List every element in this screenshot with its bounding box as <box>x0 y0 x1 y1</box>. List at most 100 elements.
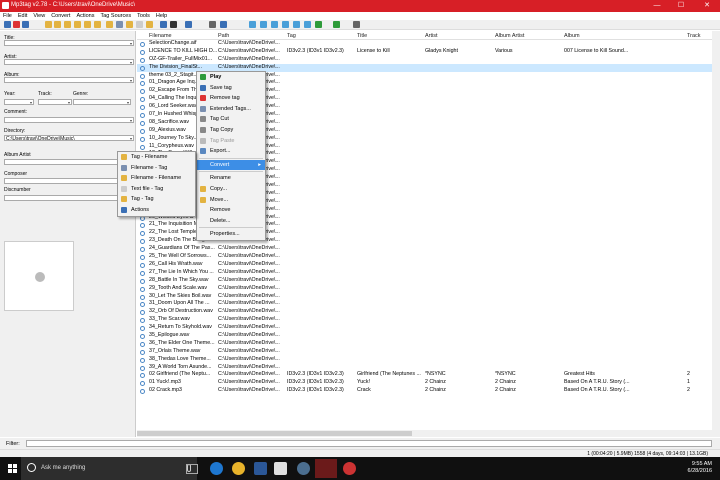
table-row[interactable]: 39_A World Torn Asunde... C:\Users\travi\… <box>137 364 712 372</box>
tag-sources-1-icon[interactable] <box>249 21 256 28</box>
column-header-filename[interactable]: Filename <box>149 33 172 39</box>
field-input-9[interactable]: ▾ <box>4 178 134 184</box>
table-row[interactable]: 38_Thedas Love Theme... C:\Users\travi\On… <box>137 356 712 364</box>
mp3tag-taskbar-icon[interactable] <box>315 459 337 478</box>
field-input-7[interactable]: C:\Users\travi\OneDrive\Music\ ▾ <box>4 135 134 142</box>
submenu-item-filename-filename[interactable]: Filename - Filename <box>118 173 195 184</box>
menu-tag-sources[interactable]: Tag Sources <box>98 12 135 20</box>
tag-sources-3-icon[interactable] <box>271 21 278 28</box>
clock[interactable]: 9:55 AM 6/28/2016 <box>688 461 712 475</box>
table-row[interactable]: 02 Crack.mp3 C:\Users\travi\OneDrive\... I… <box>137 387 712 395</box>
edge-icon[interactable] <box>210 462 223 475</box>
minimize-button[interactable]: — <box>648 0 666 12</box>
submenu-item-filename-tag[interactable]: Filename - Tag <box>118 163 195 174</box>
table-row[interactable]: OZ-GF-Trailer_FullMix01... C:\Users\travi… <box>137 56 712 64</box>
table-row[interactable]: 27_The Lie In Which You ... C:\Users\trav… <box>137 269 712 277</box>
field-input-5[interactable]: ▾ <box>73 99 131 105</box>
table-row[interactable]: 31_Doom Upon All The ... C:\Users\travi\O… <box>137 300 712 308</box>
dropdown-arrow-icon[interactable]: ▾ <box>130 78 132 83</box>
tag-sources-5-icon[interactable] <box>293 21 300 28</box>
dropdown-arrow-icon[interactable]: ▾ <box>130 136 132 141</box>
context-item-move[interactable]: Move... <box>197 195 265 206</box>
submenu-item-actions[interactable]: Actions <box>118 205 195 216</box>
settings-icon[interactable] <box>209 21 216 28</box>
context-item-extended-tags[interactable]: Extended Tags... <box>197 104 265 115</box>
discogs-icon[interactable] <box>304 21 311 28</box>
context-item-copy[interactable]: Copy... <box>197 184 265 195</box>
album-cover[interactable] <box>4 241 74 311</box>
context-item-play[interactable]: Play <box>197 72 265 83</box>
context-item-save-tag[interactable]: Save tag <box>197 83 265 94</box>
field-input-1[interactable]: ▾ <box>4 59 134 65</box>
textfile-icon[interactable] <box>136 21 143 28</box>
open-folder-icon[interactable] <box>45 21 52 28</box>
table-row[interactable]: 36_The Elder One Theme... C:\Users\travi\… <box>137 340 712 348</box>
tag-tag-icon[interactable] <box>146 21 153 28</box>
app-icon-red[interactable] <box>343 462 356 475</box>
scrollbar-thumb[interactable] <box>137 431 412 436</box>
vertical-scrollbar[interactable] <box>712 31 720 437</box>
dropdown-arrow-icon[interactable]: ▾ <box>130 118 132 123</box>
table-row[interactable]: 30_Let The Skies Boil.wav C:\Users\travi\… <box>137 293 712 301</box>
context-item-tag-copy[interactable]: Tag Copy <box>197 125 265 136</box>
dropdown-arrow-icon[interactable]: ▾ <box>68 100 70 105</box>
cortana-search-box[interactable]: Ask me anything <box>21 457 197 480</box>
column-header-path[interactable]: Path <box>218 33 229 39</box>
options-icon[interactable] <box>220 21 227 28</box>
column-header-album-artist[interactable]: Album Artist <box>495 33 524 39</box>
field-input-0[interactable]: ▾ <box>4 40 134 46</box>
context-item-remove[interactable]: Remove <box>197 205 265 216</box>
column-header-album[interactable]: Album <box>564 33 580 39</box>
dropdown-arrow-icon[interactable]: ▾ <box>127 100 129 105</box>
filter-input[interactable] <box>26 440 712 447</box>
context-item-properties[interactable]: Properties... <box>197 229 265 240</box>
tag-sources-2-icon[interactable] <box>260 21 267 28</box>
context-item-remove-tag[interactable]: Remove tag <box>197 93 265 104</box>
context-item-rename[interactable]: Rename <box>197 173 265 184</box>
menu-help[interactable]: Help <box>153 12 170 20</box>
undo-icon[interactable] <box>22 21 29 28</box>
chrome-icon[interactable] <box>232 462 245 475</box>
column-header-tag[interactable]: Tag <box>287 33 296 39</box>
file-explorer-icon[interactable] <box>274 462 287 475</box>
menu-actions[interactable]: Actions <box>73 12 97 20</box>
context-item-export[interactable]: Export... <box>197 146 265 157</box>
table-row[interactable]: 32_Orb Of Destruction.wav C:\Users\travi\… <box>137 308 712 316</box>
tag-sources-4-icon[interactable] <box>282 21 289 28</box>
table-row[interactable]: 35_Epilogue.wav C:\Users\travi\OneDrive\.… <box>137 332 712 340</box>
word-icon[interactable] <box>254 462 267 475</box>
filename-tag-icon[interactable] <box>116 21 123 28</box>
web-sources-icon[interactable] <box>315 21 322 28</box>
field-input-3[interactable]: ▾ <box>4 99 34 105</box>
table-row[interactable]: 29_Tooth And Scale.wav C:\Users\travi\One… <box>137 285 712 293</box>
context-item-delete[interactable]: Delete... <box>197 216 265 227</box>
add-folder-icon[interactable] <box>54 21 61 28</box>
menu-tools[interactable]: Tools <box>134 12 153 20</box>
context-item-tag-paste[interactable]: Tag Paste <box>197 136 265 147</box>
dropdown-arrow-icon[interactable]: ▾ <box>130 60 132 65</box>
table-row[interactable]: 01 Yuck!.mp3 C:\Users\travi\OneDrive\... I… <box>137 379 712 387</box>
task-view-icon[interactable] <box>186 464 198 474</box>
table-row[interactable]: 24_Guardians Of The Pas... C:\Users\travi… <box>137 245 712 253</box>
steam-icon[interactable] <box>297 462 310 475</box>
field-input-6[interactable]: ▾ <box>4 117 134 123</box>
autonumber-icon[interactable] <box>185 21 192 28</box>
menu-edit[interactable]: Edit <box>15 12 30 20</box>
field-input-8[interactable]: ▾ <box>4 159 134 165</box>
favorites-icon[interactable] <box>64 21 71 28</box>
tools-icon[interactable] <box>353 21 360 28</box>
column-header-artist[interactable]: Artist <box>425 33 438 39</box>
remove-icon[interactable] <box>13 21 20 28</box>
table-row[interactable]: LICENCE TO KILL HIGH D... C:\Users\travi\… <box>137 48 712 56</box>
context-item-tag-cut[interactable]: Tag Cut <box>197 114 265 125</box>
table-row[interactable]: 28_Battle In The Sky.wav C:\Users\travi\O… <box>137 277 712 285</box>
star-icon[interactable] <box>94 21 101 28</box>
globe-icon[interactable] <box>333 21 340 28</box>
context-item-convert[interactable]: Convert ▸ <box>197 159 265 171</box>
column-header-track[interactable]: Track <box>687 33 701 39</box>
horizontal-scrollbar[interactable] <box>137 430 712 437</box>
export-icon[interactable] <box>84 21 91 28</box>
table-row[interactable]: 26_Call His Wrath.wav C:\Users\travi\OneD… <box>137 261 712 269</box>
menu-convert[interactable]: Convert <box>48 12 73 20</box>
table-row[interactable]: SelectionChange.aif C:\Users\travi\OneDri… <box>137 40 712 48</box>
